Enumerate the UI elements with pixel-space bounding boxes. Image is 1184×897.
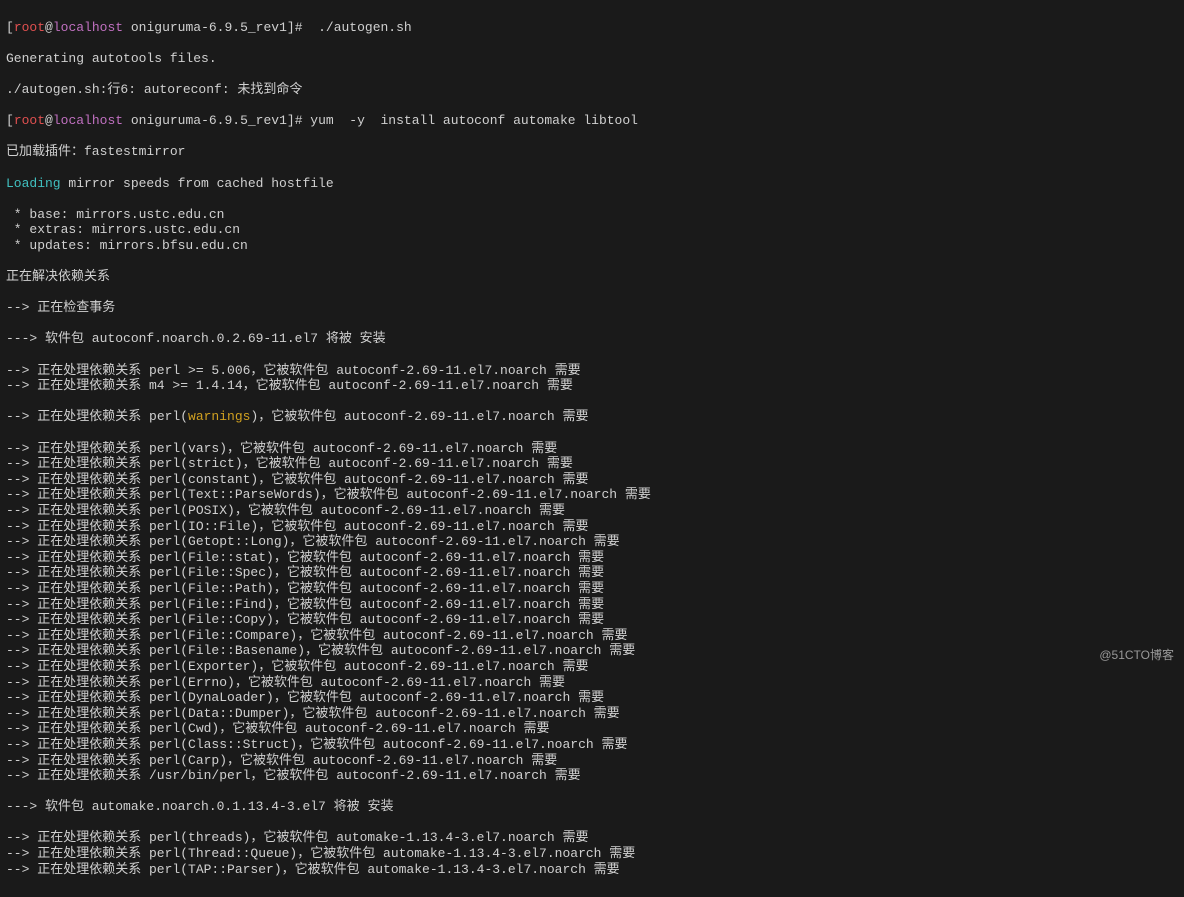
output-dep: --> 正在处理依赖关系 perl(POSIX)，它被软件包 autoconf-… xyxy=(6,503,1178,519)
output-autogen-error: ./autogen.sh:行6: autoreconf: 未找到命令 xyxy=(6,82,1178,98)
output-dep: --> 正在处理依赖关系 perl(File::Spec)，它被软件包 auto… xyxy=(6,565,1178,581)
output-dep: --> 正在处理依赖关系 perl(File::Path)，它被软件包 auto… xyxy=(6,581,1178,597)
output-dep: --> 正在处理依赖关系 perl(File::Basename)，它被软件包 … xyxy=(6,643,1178,659)
output-pkg-autoconf: ---> 软件包 autoconf.noarch.0.2.69-11.el7 将… xyxy=(6,331,1178,347)
prompt-line-2: [root@localhost oniguruma-6.9.5_rev1]# y… xyxy=(6,113,1178,129)
output-dep: --> 正在处理依赖关系 perl(Thread::Queue)，它被软件包 a… xyxy=(6,846,1178,862)
output-dep: --> 正在处理依赖关系 perl(File::Copy)，它被软件包 auto… xyxy=(6,612,1178,628)
output-mirror: * extras: mirrors.ustc.edu.cn xyxy=(6,222,1178,238)
watermark: @51CTO博客 xyxy=(1099,648,1174,662)
terminal-output[interactable]: [root@localhost oniguruma-6.9.5_rev1]# .… xyxy=(0,0,1184,897)
output-dep: --> 正在处理依赖关系 perl(Carp)，它被软件包 autoconf-2… xyxy=(6,753,1178,769)
output-dep: --> 正在处理依赖关系 perl(Getopt::Long)，它被软件包 au… xyxy=(6,534,1178,550)
output-checking: --> 正在检查事务 xyxy=(6,300,1178,316)
output-dep: --> 正在处理依赖关系 perl(threads)，它被软件包 automak… xyxy=(6,830,1178,846)
output-dep: --> 正在处理依赖关系 perl(File::Compare)，它被软件包 a… xyxy=(6,628,1178,644)
output-dep: --> 正在处理依赖关系 perl(File::Find)，它被软件包 auto… xyxy=(6,597,1178,613)
output-loading: Loading mirror speeds from cached hostfi… xyxy=(6,176,1178,192)
output-dep: --> 正在处理依赖关系 perl(Data::Dumper)，它被软件包 au… xyxy=(6,706,1178,722)
output-dep: --> 正在处理依赖关系 perl(Class::Struct)，它被软件包 a… xyxy=(6,737,1178,753)
output-dep: --> 正在处理依赖关系 perl(DynaLoader)，它被软件包 auto… xyxy=(6,690,1178,706)
output-dep: --> 正在处理依赖关系 perl(Cwd)，它被软件包 autoconf-2.… xyxy=(6,721,1178,737)
prompt-line-1: [root@localhost oniguruma-6.9.5_rev1]# .… xyxy=(6,20,1178,36)
output-dep: --> 正在处理依赖关系 perl(Exporter)，它被软件包 autoco… xyxy=(6,659,1178,675)
output-mirror: * updates: mirrors.bfsu.edu.cn xyxy=(6,238,1178,254)
output-dep: --> 正在处理依赖关系 /usr/bin/perl，它被软件包 autocon… xyxy=(6,768,1178,784)
output-pkg-automake: ---> 软件包 automake.noarch.0.1.13.4-3.el7 … xyxy=(6,799,1178,815)
output-dep: --> 正在处理依赖关系 perl(constant)，它被软件包 autoco… xyxy=(6,472,1178,488)
output-dep-warnings: --> 正在处理依赖关系 perl(warnings)，它被软件包 autoco… xyxy=(6,409,1178,425)
output-resolving: 正在解决依赖关系 xyxy=(6,269,1178,285)
output-dep: --> 正在处理依赖关系 perl(IO::File)，它被软件包 autoco… xyxy=(6,519,1178,535)
output-dep: --> 正在处理依赖关系 perl(Errno)，它被软件包 autoconf-… xyxy=(6,675,1178,691)
output-dep: --> 正在处理依赖关系 perl(strict)，它被软件包 autoconf… xyxy=(6,456,1178,472)
output-generating: Generating autotools files. xyxy=(6,51,1178,67)
output-dep: --> 正在处理依赖关系 perl(TAP::Parser)，它被软件包 aut… xyxy=(6,862,1178,878)
output-dep: --> 正在处理依赖关系 m4 >= 1.4.14，它被软件包 autoconf… xyxy=(6,378,1178,394)
output-dep: --> 正在处理依赖关系 perl >= 5.006，它被软件包 autocon… xyxy=(6,363,1178,379)
output-dep: --> 正在处理依赖关系 perl(Text::ParseWords)，它被软件… xyxy=(6,487,1178,503)
output-plugin: 已加载插件：fastestmirror xyxy=(6,144,1178,160)
output-dep: --> 正在处理依赖关系 perl(vars)，它被软件包 autoconf-2… xyxy=(6,441,1178,457)
output-dep: --> 正在处理依赖关系 perl(File::stat)，它被软件包 auto… xyxy=(6,550,1178,566)
output-mirror: * base: mirrors.ustc.edu.cn xyxy=(6,207,1178,223)
